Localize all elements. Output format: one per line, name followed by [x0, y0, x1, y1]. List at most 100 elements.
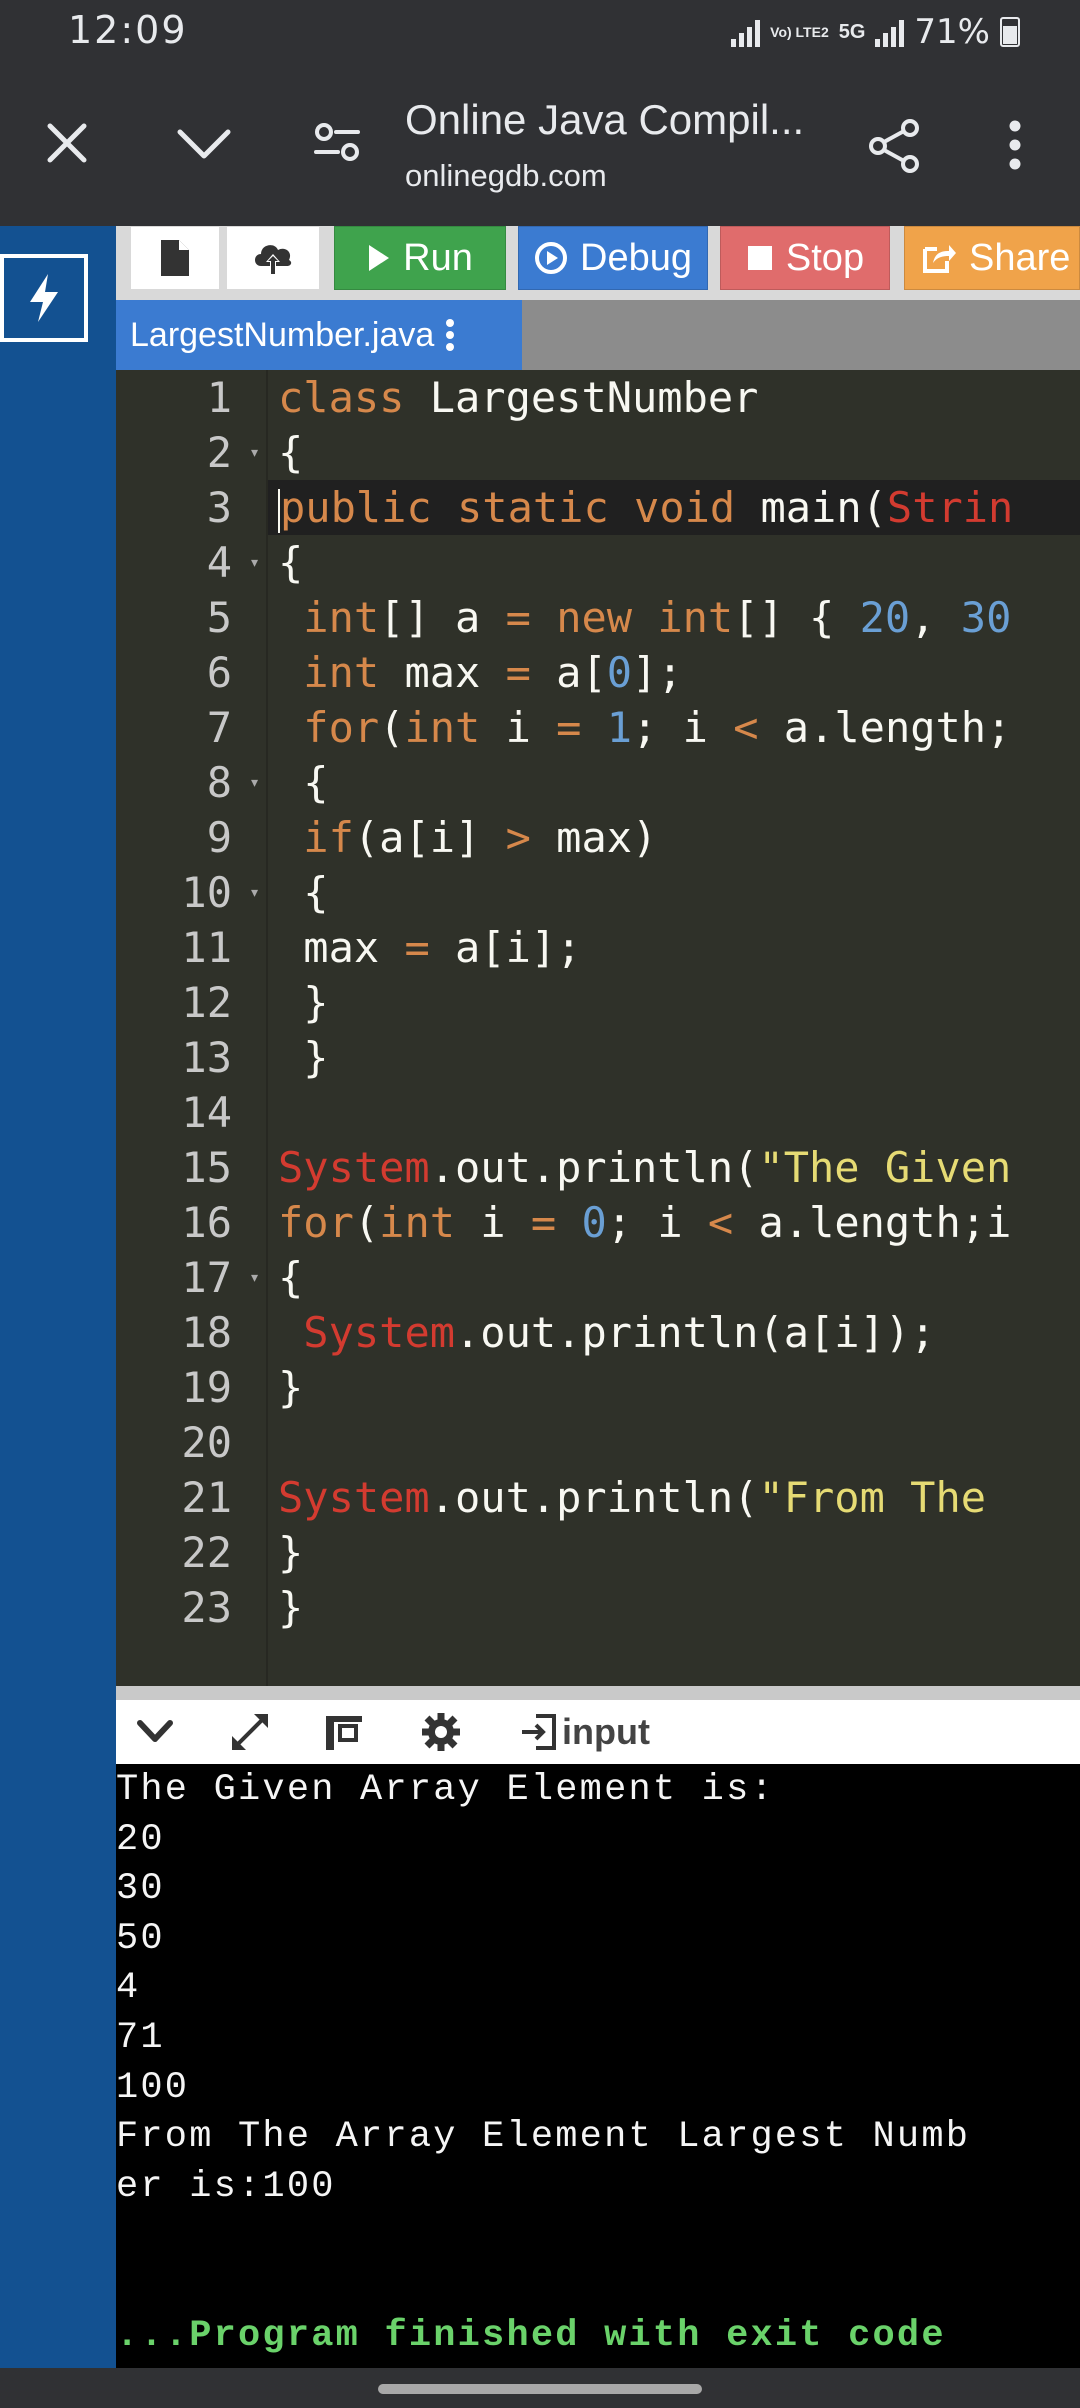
code-line[interactable]: {	[278, 1250, 1080, 1305]
terminal-line: 4	[116, 1967, 141, 2010]
code-line[interactable]	[278, 1415, 1080, 1470]
terminal-line: 50	[116, 1917, 165, 1960]
file-tab-menu-icon[interactable]	[446, 319, 455, 351]
file-icon	[161, 240, 189, 276]
code-line[interactable]: }	[278, 1360, 1080, 1415]
fold-toggle-icon[interactable]: ▾	[249, 1250, 260, 1305]
upload-button[interactable]	[226, 226, 320, 290]
status-bar: 12:09 Vo) LTE2 5G 71%	[0, 0, 1080, 68]
code-line[interactable]: int[] a = new int[] { 20, 30	[278, 590, 1080, 645]
terminal-toolbar: input	[116, 1700, 1080, 1764]
code-line[interactable]: for(int i = 0; i < a.length;i	[278, 1195, 1080, 1250]
cloud-upload-icon	[255, 245, 292, 274]
line-number: 5	[206, 593, 232, 642]
terminal-line: 71	[116, 2016, 165, 2059]
code-line[interactable]: if(a[i] > max)	[278, 810, 1080, 865]
line-number: 1	[206, 373, 232, 422]
more-vert-icon[interactable]	[1008, 120, 1022, 175]
line-number: 8 ▾	[116, 755, 268, 810]
close-icon[interactable]	[44, 120, 90, 171]
code-line[interactable]	[278, 1085, 1080, 1140]
code-line[interactable]: System.out.println("The Given	[278, 1140, 1080, 1195]
url-display[interactable]: onlinegdb.com	[405, 158, 607, 194]
file-tab[interactable]: LargestNumber.java	[116, 300, 522, 370]
site-settings-icon[interactable]	[312, 120, 362, 169]
system-nav-bar	[0, 2368, 1080, 2408]
line-number-gutter: 1 2 ▾ 3 4 ▾ 5 6 7 8 ▾ 9 10 ▾ 11 12 13 14 15 16 17 ▾ 18 19 20 21 22…	[116, 370, 268, 1686]
line-number: 17 ▾	[116, 1250, 268, 1305]
run-label: Run	[403, 236, 473, 279]
file-tab-strip: LargestNumber.java	[116, 300, 1080, 370]
chevron-down-icon[interactable]	[176, 126, 232, 167]
line-number: 20	[181, 1418, 232, 1467]
share-button[interactable]: Share	[904, 226, 1080, 290]
run-button[interactable]: Run	[334, 226, 506, 290]
status-time: 12:09	[68, 8, 188, 52]
share-label: Share	[969, 236, 1071, 279]
line-number: 2 ▾	[116, 425, 268, 480]
code-line[interactable]: }	[278, 1525, 1080, 1580]
line-number: 16	[181, 1198, 232, 1247]
line-number: 10 ▾	[116, 865, 268, 920]
code-line[interactable]: {	[278, 865, 1080, 920]
collapse-chevron-icon[interactable]	[136, 1706, 174, 1758]
terminal-line: The Given Array Element is:	[116, 1769, 775, 1811]
network-label: Vo) LTE2	[770, 23, 829, 40]
code-line[interactable]: {	[278, 755, 1080, 810]
code-content[interactable]: class LargestNumber{public static void m…	[278, 370, 1080, 1635]
code-line[interactable]: {	[278, 425, 1080, 480]
line-number: 13	[181, 1033, 232, 1082]
stop-button[interactable]: Stop	[720, 226, 890, 290]
code-line[interactable]: }	[278, 1580, 1080, 1635]
code-line[interactable]: {	[278, 535, 1080, 590]
new-file-button[interactable]	[130, 226, 220, 290]
line-number: 22	[181, 1528, 232, 1577]
fold-toggle-icon[interactable]: ▾	[249, 535, 260, 590]
code-line[interactable]: int max = a[0];	[278, 645, 1080, 700]
code-line[interactable]: System.out.println(a[i]);	[278, 1305, 1080, 1360]
fold-toggle-icon[interactable]: ▾	[249, 865, 260, 920]
debug-label: Debug	[580, 236, 692, 279]
line-number: 3	[206, 483, 232, 532]
fold-toggle-icon[interactable]: ▾	[249, 425, 260, 480]
expand-icon[interactable]	[228, 1706, 272, 1758]
web-page: Run Debug Stop Share LargestNumber.java …	[0, 226, 1080, 2368]
code-line[interactable]: class LargestNumber	[278, 370, 1080, 425]
run-flash-button[interactable]	[0, 254, 88, 342]
code-line[interactable]: public static void main(Strin	[278, 480, 1080, 535]
code-line[interactable]: }	[278, 1030, 1080, 1085]
terminal-line: 100	[116, 2066, 190, 2109]
settings-gear-icon[interactable]	[420, 1706, 462, 1758]
code-line[interactable]: max = a[i];	[278, 920, 1080, 975]
file-tab-label: LargestNumber.java	[130, 315, 435, 354]
line-number: 23	[181, 1583, 232, 1632]
fold-toggle-icon[interactable]: ▾	[249, 755, 260, 810]
code-line[interactable]: }	[278, 975, 1080, 1030]
line-number: 4 ▾	[116, 535, 268, 590]
layout-icon[interactable]	[324, 1706, 364, 1758]
battery-level: 71%	[914, 12, 990, 52]
line-number: 6	[206, 648, 232, 697]
debug-icon	[535, 242, 567, 274]
debug-button[interactable]: Debug	[518, 226, 708, 290]
line-number: 15	[181, 1143, 232, 1192]
gesture-handle[interactable]	[378, 2384, 702, 2394]
share-icon[interactable]	[866, 118, 922, 179]
input-toggle[interactable]: input	[520, 1706, 650, 1758]
code-line[interactable]: for(int i = 1; i < a.length;	[278, 700, 1080, 755]
stop-label: Stop	[785, 236, 865, 279]
status-icons: Vo) LTE2 5G 71%	[731, 12, 1020, 52]
output-terminal[interactable]: The Given Array Element is: 20 30 50 4 71 100 F…	[116, 1764, 1080, 2368]
code-line[interactable]: System.out.println("From The	[278, 1470, 1080, 1525]
network-type-label: 5G	[838, 20, 866, 43]
stop-icon	[747, 246, 772, 270]
code-editor[interactable]: 1 2 ▾ 3 4 ▾ 5 6 7 8 ▾ 9 10 ▾ 11 12 13 14 15 16 17 ▾ 18 19 20 21 22…	[116, 370, 1080, 1686]
pane-splitter[interactable]	[116, 1686, 1080, 1700]
line-number: 18	[181, 1308, 232, 1357]
terminal-line: ...Program finished with exit code	[116, 2314, 946, 2357]
signal-icon	[731, 17, 761, 47]
share-external-icon	[923, 245, 956, 273]
ide-toolbar: Run Debug Stop Share	[116, 226, 1080, 300]
